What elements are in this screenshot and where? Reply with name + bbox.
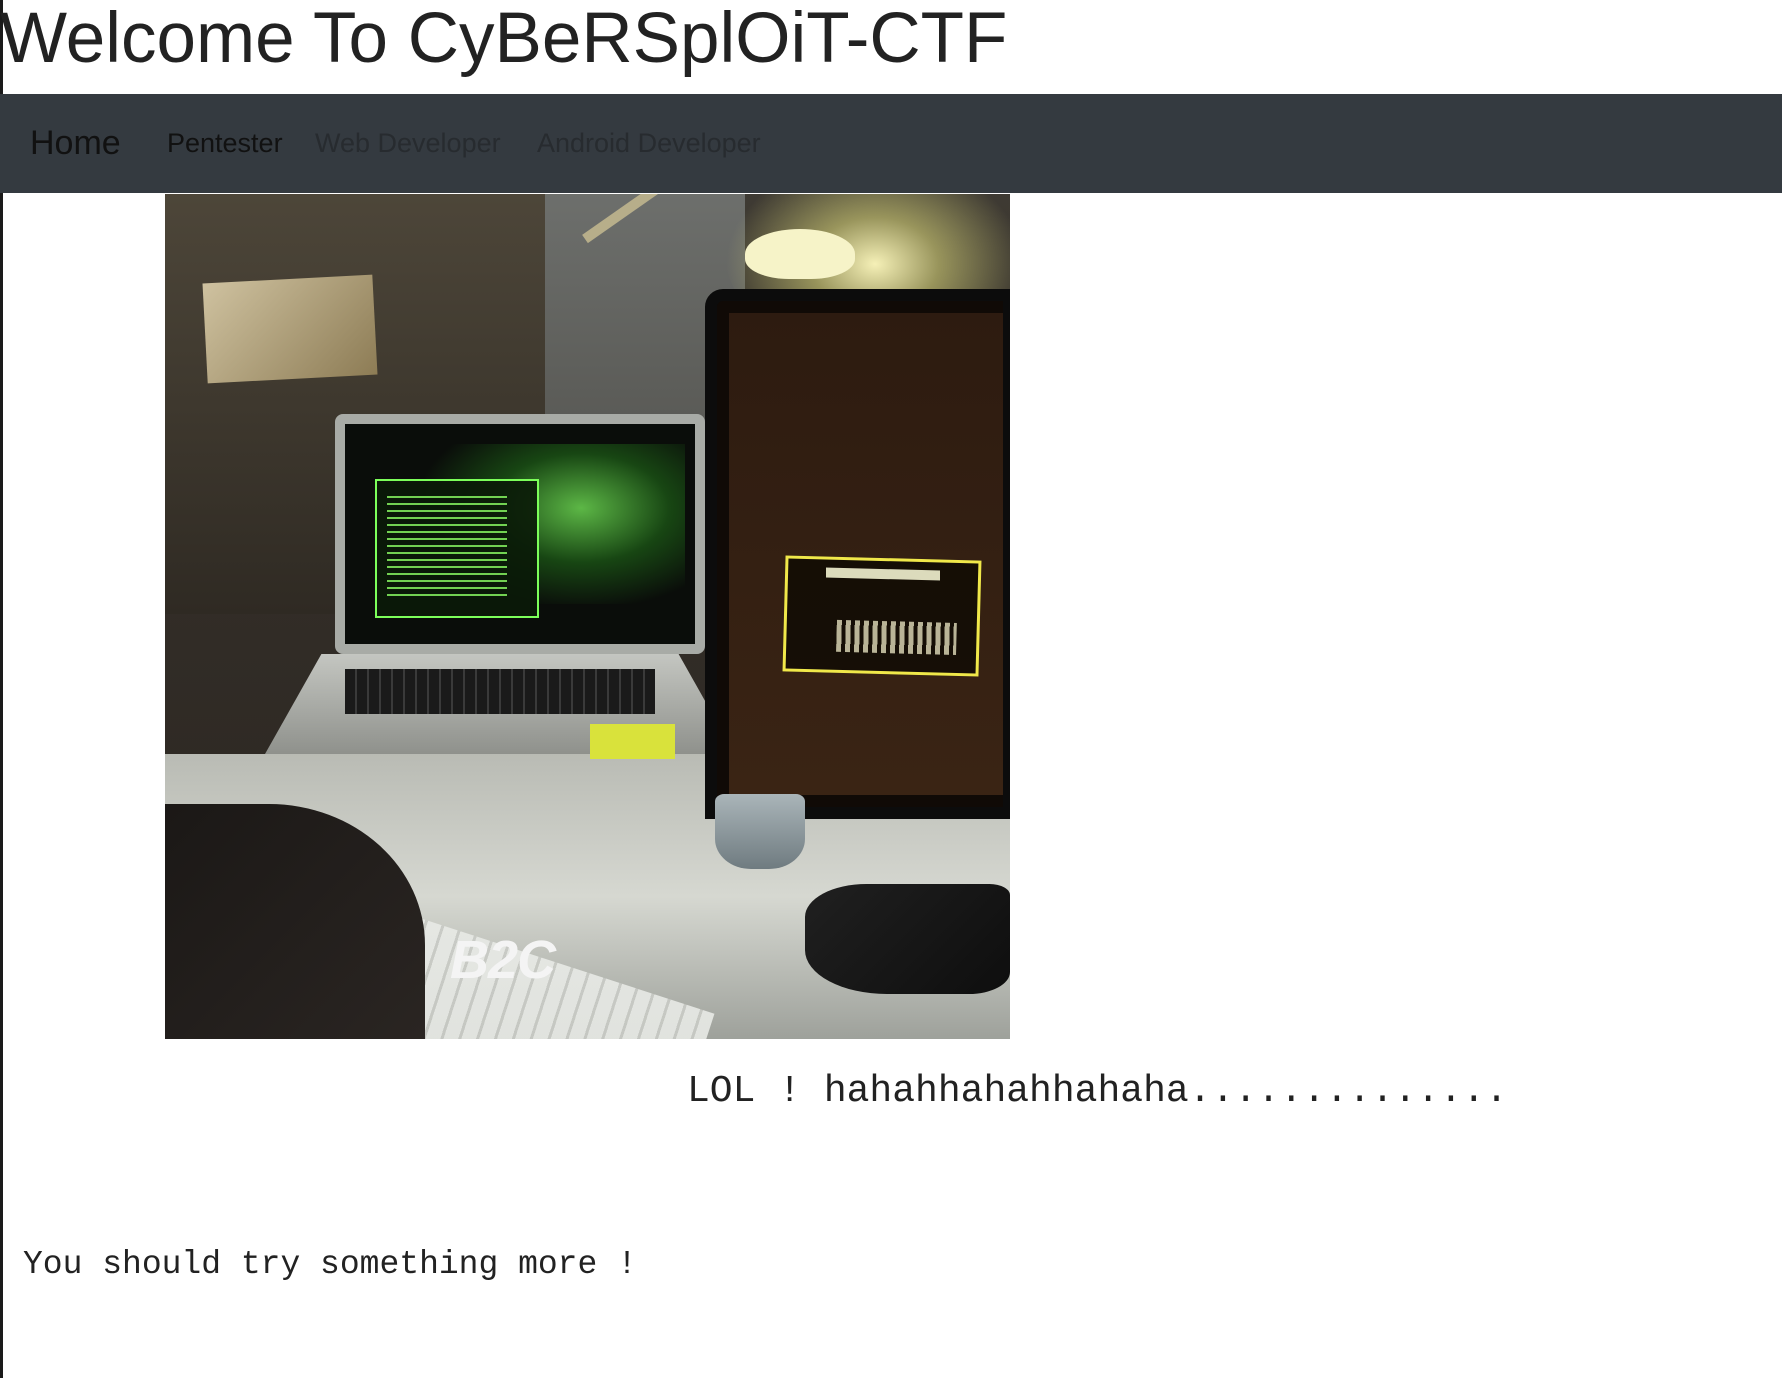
page-title: Welcome To CyBeRSplOiT-CTF [0,0,1008,78]
nav-pentester-link[interactable]: Pentester [167,94,283,193]
image-laptop-keyboard [345,669,655,714]
image-dialog-title [788,566,979,582]
hacker-desk-image: B2C [165,194,1010,1039]
image-monitor [705,289,1010,819]
hint-message: You should try something more ! [23,1246,637,1283]
image-game-box [202,274,378,384]
nav-web-developer-link[interactable]: Web Developer [315,94,501,193]
image-watermark: B2C [450,930,556,990]
image-lamp-head [745,229,855,279]
image-terminal-window [375,479,539,618]
image-laptop-screen [335,414,705,654]
page-left-border [0,0,3,1378]
nav-home-link[interactable]: Home [30,94,121,193]
lol-message: LOL ! hahahhahahhahaha.............. [687,1070,1508,1113]
image-terminal-lines [387,496,507,596]
image-dialog-characters [836,619,957,655]
image-password-decryptor-dialog [782,555,982,677]
image-mug [715,794,805,869]
nav-android-developer-link[interactable]: Android Developer [537,94,761,193]
image-dark-object [805,884,1010,994]
image-monitor-screen [729,313,1003,795]
top-navbar: Home Pentester Web Developer Android Dev… [0,94,1782,193]
image-sticky-note [590,724,675,759]
